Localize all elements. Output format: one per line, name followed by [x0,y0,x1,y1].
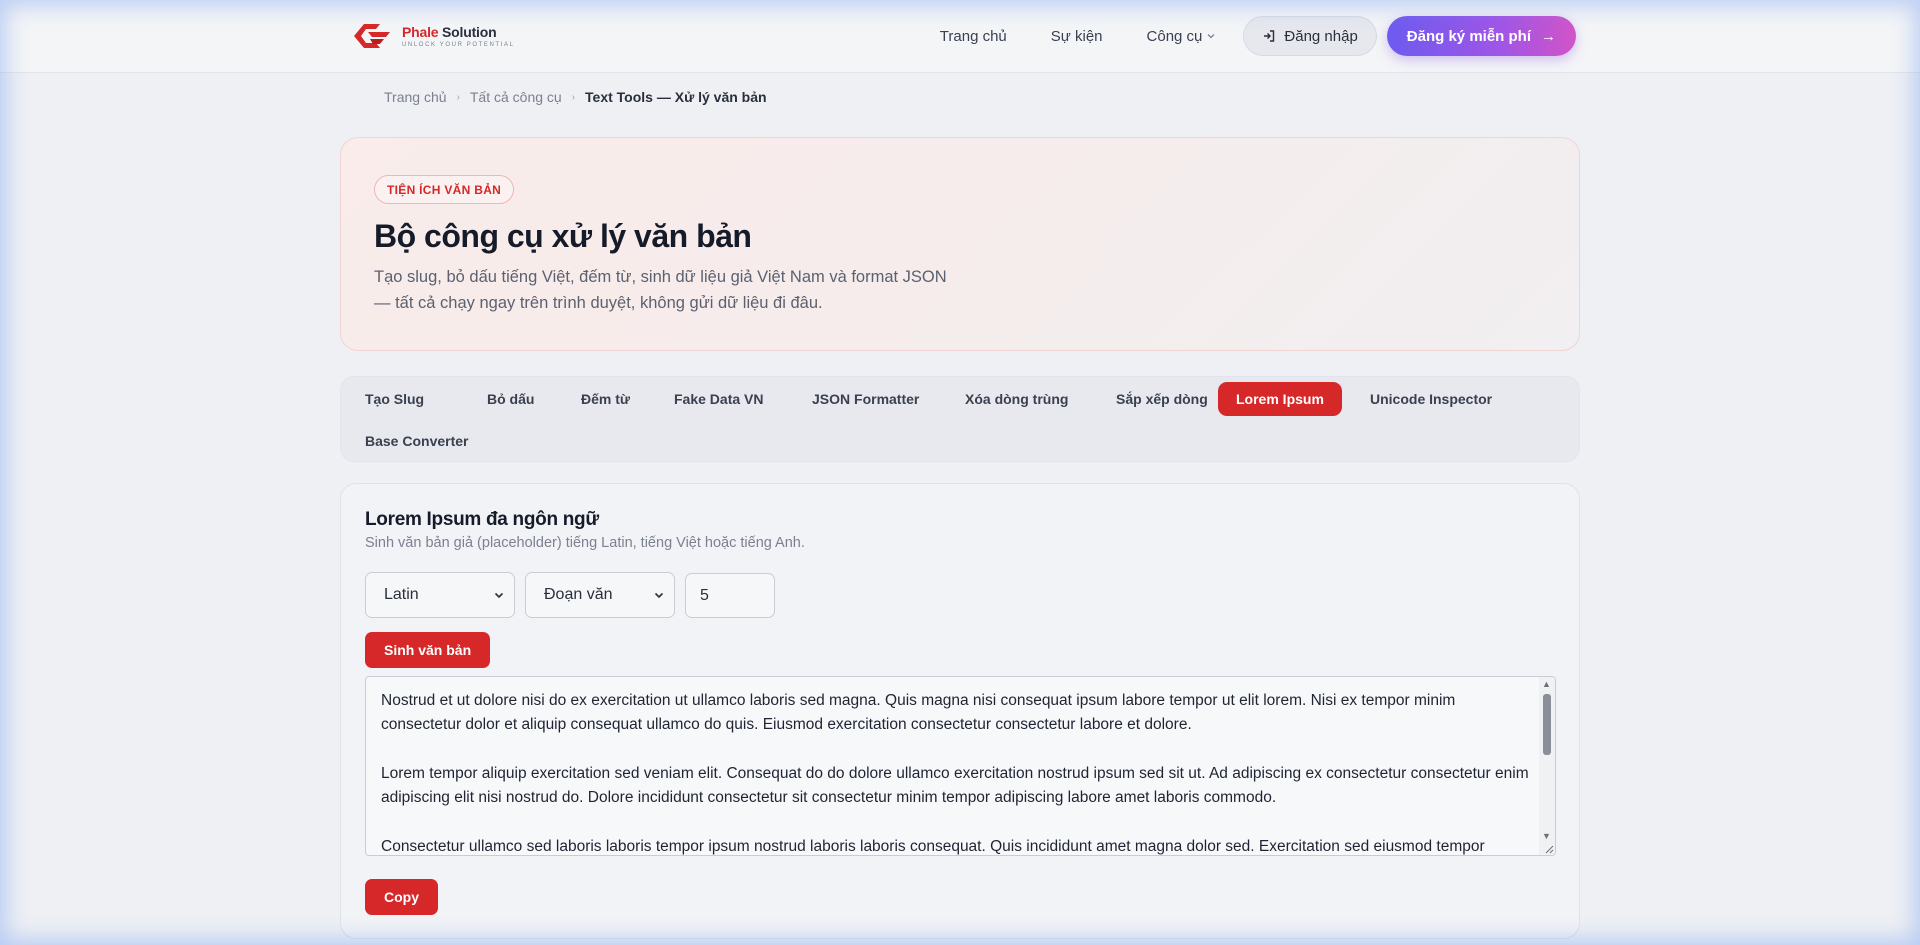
nav-tools-label: Công cụ [1146,27,1203,45]
tab-fake-data-vn[interactable]: Fake Data VN [656,382,781,416]
output-paragraph: Consectetur ullamco sed laboris laboris … [381,838,1485,855]
panel-title: Lorem Ipsum đa ngôn ngữ [365,509,599,530]
output-textarea[interactable]: Nostrud et ut dolore nisi do ex exercita… [365,676,1556,856]
tool-tabs: Tạo Slug Bỏ dấu Đếm từ Fake Data VN JSON… [340,376,1580,462]
generate-button[interactable]: Sinh văn bản [365,632,491,668]
logo-brand: Phale [402,23,439,40]
chevron-down-icon [1207,34,1215,39]
logo-text: Phale Solution UNLOCK YOUR POTENTIAL [402,25,515,48]
tab-unicode-inspector[interactable]: Unicode Inspector [1352,382,1510,416]
logo-suffix: Solution [438,23,497,40]
language-select[interactable]: Latin [365,572,515,618]
tab-dem-tu[interactable]: Đếm từ [563,382,648,416]
nav-tools[interactable]: Công cụ [1147,28,1216,45]
language-select-value: Latin [384,586,419,603]
logo-icon [354,24,390,48]
nav-events[interactable]: Sự kiện [1051,28,1103,45]
hero-description: Tạo slug, bỏ dấu tiếng Việt, đếm từ, sin… [374,268,947,312]
output-paragraph: Nostrud et ut dolore nisi do ex exercita… [381,692,1456,733]
logo-tagline: UNLOCK YOUR POTENTIAL [402,41,515,48]
hero-card: TIỆN ÍCH VĂN BẢN Bộ công cụ xử lý văn bả… [340,137,1580,351]
breadcrumb-separator: › [571,91,576,103]
tab-lorem-ipsum[interactable]: Lorem Ipsum [1218,382,1342,416]
main-nav: Trang chủ Sự kiện Công cụ Đăng nhập Đăng… [940,16,1576,56]
lorem-ipsum-panel: Lorem Ipsum đa ngôn ngữ Sinh văn bản giả… [340,483,1580,939]
count-input[interactable] [685,573,775,618]
arrow-right-icon: → [1541,27,1556,45]
logo-name: Phale Solution [402,25,515,39]
chevron-down-icon [654,592,664,599]
panel-subtitle: Sinh văn bản giả (placeholder) tiếng Lat… [365,535,805,551]
output-scrollbar[interactable]: ▲ ▼ [1539,677,1555,855]
tab-xoa-dong-trung[interactable]: Xóa dòng trùng [947,382,1086,416]
tab-tao-slug[interactable]: Tạo Slug [347,382,442,416]
tab-sap-xep-dong[interactable]: Sắp xếp dòng [1098,382,1226,416]
nav-home[interactable]: Trang chủ [940,28,1007,45]
login-icon [1264,30,1275,42]
signup-button[interactable]: Đăng ký miễn phí → [1386,16,1576,56]
scroll-thumb[interactable] [1543,694,1551,755]
resize-grip-icon[interactable] [1542,842,1554,854]
breadcrumb: Trang chủ › Tất cả công cụ › Text Tools … [384,89,767,105]
nav-events-label: Sự kiện [1050,27,1103,45]
signup-label: Đăng ký miễn phí [1406,27,1531,45]
page-title: Bộ công cụ xử lý văn bản [374,218,752,254]
nav-home-label: Trang chủ [939,27,1007,45]
output-text: Nostrud et ut dolore nisi do ex exercita… [381,689,1531,855]
scroll-up-icon[interactable]: ▲ [1542,680,1551,689]
output-paragraph: Lorem tempor aliquip exercitation sed ve… [381,765,1529,806]
chevron-down-icon [494,592,504,599]
unit-select[interactable]: Đoạn văn [525,572,675,618]
breadcrumb-home[interactable]: Trang chủ [384,89,447,105]
breadcrumb-all-tools[interactable]: Tất cả công cụ [470,89,562,105]
breadcrumb-current: Text Tools — Xử lý văn bản [585,89,767,105]
logo[interactable]: Phale Solution UNLOCK YOUR POTENTIAL [350,20,515,52]
tab-bo-dau[interactable]: Bỏ dấu [469,382,552,416]
login-label: Đăng nhập [1284,27,1358,45]
scroll-down-icon[interactable]: ▼ [1542,832,1551,841]
copy-button[interactable]: Copy [365,879,438,915]
login-button[interactable]: Đăng nhập [1243,16,1377,56]
tab-base-converter[interactable]: Base Converter [347,424,487,458]
breadcrumb-separator: › [456,91,460,103]
tab-json-formatter[interactable]: JSON Formatter [794,382,937,416]
unit-select-value: Đoạn văn [544,586,613,603]
hero-badge: TIỆN ÍCH VĂN BẢN [374,175,515,204]
site-header: Phale Solution UNLOCK YOUR POTENTIAL Tra… [0,0,1920,73]
